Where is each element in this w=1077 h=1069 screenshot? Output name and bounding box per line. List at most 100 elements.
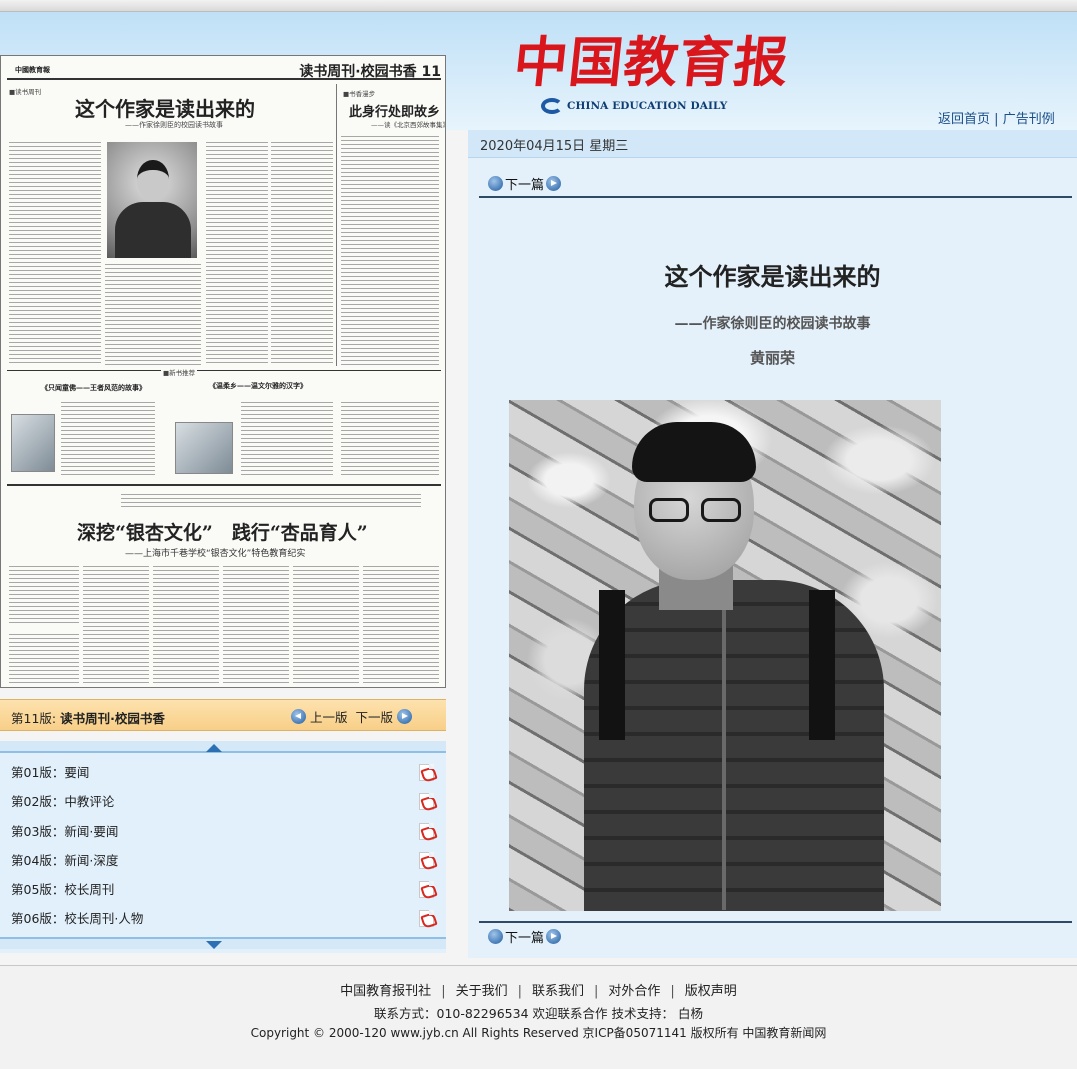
paper-text-column (293, 564, 359, 684)
next-article-link[interactable]: 下一篇 (505, 927, 544, 946)
next-edition-icon[interactable] (397, 709, 413, 724)
paper-book2-title: 《温柔乡——温文尔雅的汉字》 (209, 382, 307, 390)
next-article-icon[interactable] (546, 929, 562, 944)
newspaper-page-image[interactable]: 中國教育報 读书周刊·校园书香 11 ■读书周刊 ■书香漫步 这个作家是读出来的… (0, 55, 446, 688)
ads-link[interactable]: 广告刊例 (1003, 112, 1055, 127)
paper-masthead-bar: 中國教育報 读书周刊·校园书香 11 (7, 60, 441, 80)
paper-divider (7, 370, 441, 371)
footer-link-about[interactable]: 关于我们 (456, 984, 508, 999)
paper-divider (7, 484, 441, 486)
edition-item-label[interactable]: 第02版：中教评论 (11, 794, 114, 809)
paper-text-column (363, 564, 439, 684)
logo-english-text: CHINA EDUCATION DAILY (567, 100, 728, 112)
article-author: 黄丽荣 (749, 349, 795, 367)
paper-side-title[interactable]: 此身行处即故乡 (349, 101, 440, 120)
next-article-nav: 下一篇 (488, 174, 562, 193)
site-logo[interactable]: 中国教育报 (511, 30, 793, 94)
article-nav-icon[interactable] (488, 176, 503, 191)
footer-link-copyright[interactable]: 版权声明 (685, 984, 737, 999)
prev-edition-icon[interactable] (291, 709, 306, 724)
paper-tag-campus: ■读书周刊 (9, 88, 42, 96)
current-edition-bar: 第11版: 读书周刊·校园书香 上一版 下一版 (0, 699, 446, 731)
edition-item[interactable]: 第01版：要闻 (0, 758, 446, 787)
article-nav-top: 下一篇 (479, 170, 1072, 198)
edition-item-label[interactable]: 第05版：校长周刊 (11, 882, 114, 897)
next-article-link[interactable]: 下一篇 (505, 174, 544, 193)
photo-jacket (584, 580, 884, 911)
footer-contact: 联系方式：010-82296534 欢迎联系合作 技术支持： 白杨 (374, 1006, 703, 1021)
footer-link-partnership[interactable]: 对外合作 (608, 984, 660, 999)
next-article-nav: 下一篇 (488, 927, 562, 946)
edition-nav: 上一版 下一版 (291, 707, 413, 726)
article-nav-icon[interactable] (488, 929, 503, 944)
prev-edition-link[interactable]: 上一版 (310, 707, 348, 726)
site-logo-english: CHINA EDUCATION DAILY (541, 98, 727, 114)
edition-item[interactable]: 第04版：新闻·深度 (0, 846, 446, 875)
paper-second-title[interactable]: 深挖“银杏文化” 践行“杏品育人” (77, 518, 368, 545)
paper-text-column (83, 564, 149, 684)
scroll-down-button[interactable] (0, 937, 446, 949)
next-article-icon[interactable] (546, 176, 562, 191)
current-edition-prefix: 第11版: (11, 711, 57, 726)
paper-main-subtitle: ——作家徐则臣的校园读书故事 (125, 121, 223, 129)
issue-date: 2020年04月15日 星期三 (480, 139, 629, 154)
pdf-icon[interactable] (419, 822, 434, 840)
home-link[interactable]: 返回首页 (938, 112, 990, 127)
footer-copyright: Copyright © 2000-120 www.jyb.cn All Righ… (250, 1026, 827, 1040)
paper-text-column (9, 140, 101, 366)
current-edition-name: 读书周刊·校园书香 (60, 711, 165, 726)
paper-text-column (9, 564, 79, 624)
paper-book1-title: 《只闻童佛——王者风范的故事》 (41, 384, 146, 392)
paper-section-header: 读书周刊·校园书香 11 (299, 64, 441, 80)
date-bar: 2020年04月15日 星期三 (468, 130, 1077, 158)
footer-link-contact[interactable]: 联系我们 (532, 984, 584, 999)
photo-strap (809, 590, 835, 740)
site-footer: 中国教育报刊社 | 关于我们 | 联系我们 | 对外合作 | 版权声明 联系方式：010-822… (0, 965, 1077, 1069)
photo-glasses (649, 498, 743, 524)
browser-top-strip (0, 0, 1077, 12)
edition-item-label[interactable]: 第04版：新闻·深度 (11, 853, 118, 868)
paper-text-column (223, 564, 289, 684)
pdf-icon[interactable] (419, 764, 434, 781)
paper-divider (336, 84, 337, 366)
footer-links: 中国教育报刊社 | 关于我们 | 联系我们 | 对外合作 | 版权声明 (0, 980, 1077, 999)
footer-separator: | (670, 984, 675, 999)
header-link-separator: | (994, 112, 999, 127)
article-subtitle: ——作家徐则臣的校园读书故事 (674, 316, 871, 332)
edition-item-label[interactable]: 第03版：新闻·要闻 (11, 824, 118, 839)
paper-main-title[interactable]: 这个作家是读出来的 (75, 93, 255, 122)
footer-link-publisher[interactable]: 中国教育报刊社 (340, 984, 431, 999)
edition-item-label[interactable]: 第06版：校长周刊·人物 (11, 911, 143, 926)
triangle-down-icon (206, 941, 222, 949)
paper-masthead: 中國教育報 (15, 66, 50, 74)
edition-item[interactable]: 第03版：新闻·要闻 (0, 817, 446, 846)
author-photo (509, 400, 941, 911)
paper-tag-books: ■新书推荐 (161, 367, 198, 377)
pdf-icon[interactable] (419, 881, 434, 899)
scroll-up-button[interactable] (0, 741, 446, 753)
edition-item-label[interactable]: 第01版：要闻 (11, 765, 89, 780)
paper-second-subtitle: ——上海市千巷学校“银杏文化”特色教育纪实 (125, 549, 306, 559)
paper-text-column (241, 400, 333, 476)
edition-list-panel: 第01版：要闻 第02版：中教评论 第03版：新闻·要闻 第04版：新闻·深度 … (0, 741, 446, 953)
pdf-icon[interactable] (419, 793, 434, 811)
next-edition-link[interactable]: 下一版 (356, 707, 394, 726)
article-nav-bottom: 下一篇 (479, 921, 1072, 949)
paper-author-photo (107, 142, 197, 258)
paper-side-subtitle: ——读《北京西郊故事集》 (371, 121, 446, 129)
header-links: 返回首页 | 广告刊例 (938, 108, 1055, 127)
footer-separator: | (517, 984, 522, 999)
edition-item[interactable]: 第06版：校长周刊·人物 (0, 904, 446, 933)
photo-hair (632, 422, 756, 482)
pdf-icon[interactable] (419, 910, 434, 928)
edition-item[interactable]: 第02版：中教评论 (0, 787, 446, 816)
triangle-up-icon (206, 744, 222, 752)
paper-text-column (9, 632, 79, 684)
pdf-icon[interactable] (419, 851, 434, 869)
paper-text-column (341, 134, 439, 366)
paper-text-column (153, 564, 219, 684)
edition-item[interactable]: 第05版：校长周刊 (0, 875, 446, 904)
photo-strap (599, 590, 625, 740)
article-title: 这个作家是读出来的 (664, 263, 881, 291)
paper-book2-cover (175, 422, 233, 474)
